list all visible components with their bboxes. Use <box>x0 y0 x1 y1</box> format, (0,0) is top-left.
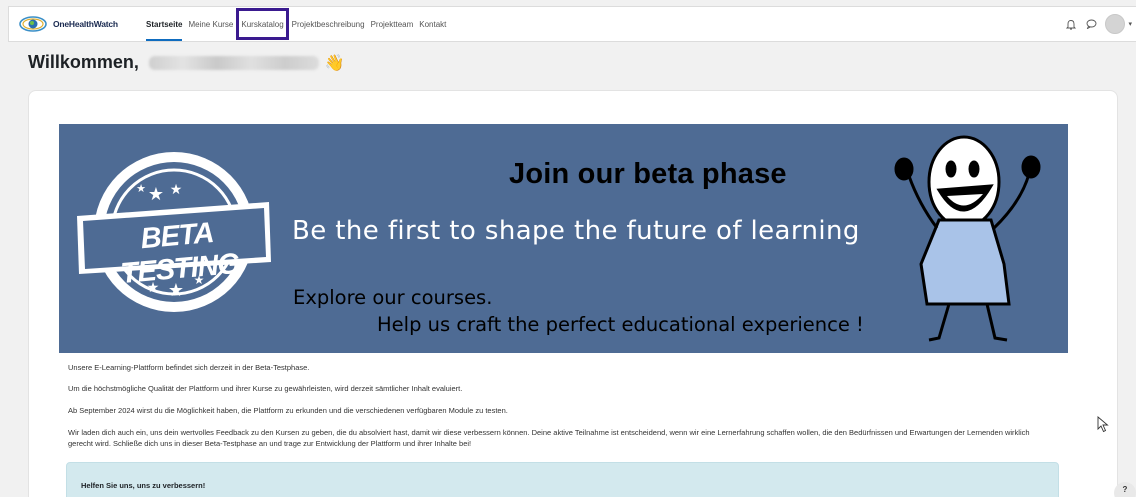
primary-nav: Startseite Meine Kurse Kurskatalog Proje… <box>143 7 449 41</box>
feedback-info-box: Helfen Sie uns, uns zu verbessern! <box>66 462 1059 497</box>
nav-startseite[interactable]: Startseite <box>143 7 185 41</box>
stick-figure-illustration-icon <box>894 135 1041 342</box>
intro-paragraph-2: Um die höchstmögliche Qualität der Platt… <box>68 384 463 393</box>
nav-actions: ▾ <box>1065 14 1132 34</box>
nav-kurskatalog[interactable]: Kurskatalog <box>236 8 289 40</box>
intro-paragraph-4: Wir laden dich auch ein, uns dein wertvo… <box>68 428 1030 448</box>
banner-line-1: Explore our courses. <box>293 286 493 309</box>
brand-name: OneHealthWatch <box>53 19 118 29</box>
wave-emoji-icon: 👋 <box>324 54 345 72</box>
svg-text:★: ★ <box>136 182 146 195</box>
svg-text:★: ★ <box>148 184 164 205</box>
banner-title: Join our beta phase <box>509 158 787 190</box>
svg-text:★: ★ <box>170 182 183 198</box>
feedback-info-title: Helfen Sie uns, uns zu verbessern! <box>81 481 206 490</box>
top-navbar: OneHealthWatch Startseite Meine Kurse Ku… <box>8 6 1136 42</box>
nav-meine-kurse[interactable]: Meine Kurse <box>185 7 236 41</box>
brand-logo[interactable]: OneHealthWatch <box>19 13 135 35</box>
globe-logo-icon <box>19 13 47 35</box>
chevron-down-icon[interactable]: ▾ <box>1128 20 1132 28</box>
bell-icon[interactable] <box>1065 18 1077 30</box>
redacted-user-name <box>148 55 319 70</box>
banner-subtitle: Be the first to shape the future of lear… <box>292 216 860 246</box>
nav-projektteam[interactable]: Projektteam <box>368 7 417 41</box>
banner-line-2: Help us craft the perfect educational ex… <box>377 313 864 336</box>
welcome-heading: Willkommen, 👋 <box>28 52 345 73</box>
user-avatar[interactable] <box>1105 14 1126 34</box>
chat-icon[interactable] <box>1085 18 1097 30</box>
welcome-text: Willkommen, <box>28 52 139 72</box>
intro-paragraph-3: Ab September 2024 wirst du die Möglichke… <box>68 406 508 415</box>
intro-paragraph-1: Unsere E-Learning-Plattform befindet sic… <box>68 363 310 372</box>
mouse-pointer-icon <box>1097 416 1109 438</box>
nav-kontakt[interactable]: Kontakt <box>416 7 449 41</box>
nav-projektbeschreibung[interactable]: Projektbeschreibung <box>289 7 368 41</box>
beta-banner: ★ ★ ★ ★ ★ ★ BETA TESTING Join our beta p… <box>59 124 1068 353</box>
help-button[interactable]: ? <box>1114 482 1136 497</box>
